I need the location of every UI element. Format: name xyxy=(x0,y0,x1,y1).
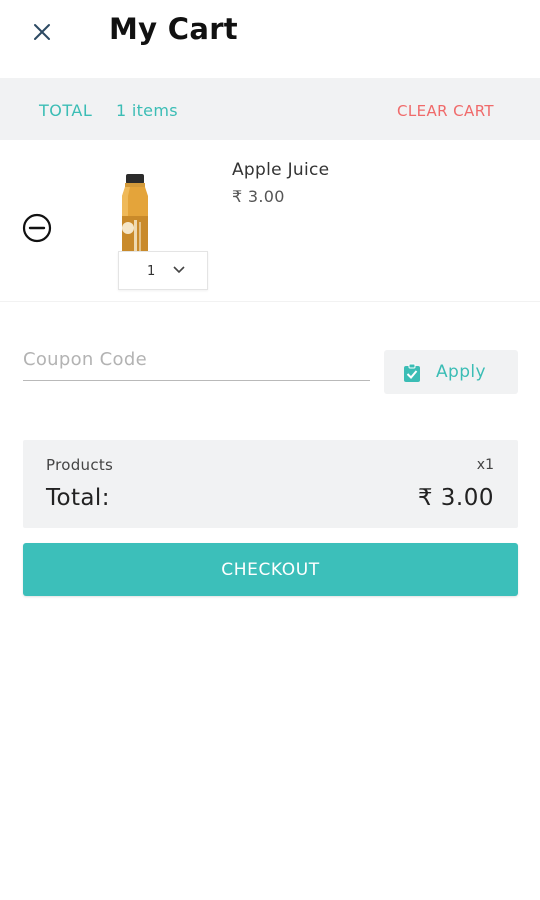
products-label: Products xyxy=(46,456,114,474)
checkout-label: CHECKOUT xyxy=(221,559,320,580)
apply-coupon-button[interactable]: Apply xyxy=(384,350,518,394)
cart-summary-bar: TOTAL 1 items CLEAR CART xyxy=(0,78,540,140)
quantity-value: 1 xyxy=(147,264,156,279)
coupon-code-input[interactable] xyxy=(23,339,370,381)
clipboard-check-icon xyxy=(404,363,420,382)
close-button[interactable] xyxy=(24,14,60,50)
quantity-select[interactable]: 1 xyxy=(118,251,208,290)
page-title: My Cart xyxy=(109,12,238,46)
order-totals-card: Products x1 Total: ₹ 3.00 xyxy=(23,440,518,528)
checkout-button[interactable]: CHECKOUT xyxy=(23,543,518,596)
total-label: Total: xyxy=(46,485,110,511)
total-label: TOTAL xyxy=(39,101,93,120)
remove-circle-icon xyxy=(22,213,52,243)
products-count: x1 xyxy=(476,457,494,473)
remove-item-button[interactable] xyxy=(21,212,53,244)
apply-label: Apply xyxy=(436,362,486,382)
total-value: ₹ 3.00 xyxy=(417,485,494,511)
items-count: 1 items xyxy=(116,101,178,120)
clear-cart-button[interactable]: CLEAR CART xyxy=(397,102,494,120)
chevron-down-icon xyxy=(173,266,185,274)
product-price: ₹ 3.00 xyxy=(232,187,285,206)
product-name: Apple Juice xyxy=(232,160,330,180)
cart-item: 1 Apple Juice ₹ 3.00 xyxy=(0,140,540,302)
app-header: My Cart xyxy=(0,0,540,78)
close-icon xyxy=(34,24,50,40)
